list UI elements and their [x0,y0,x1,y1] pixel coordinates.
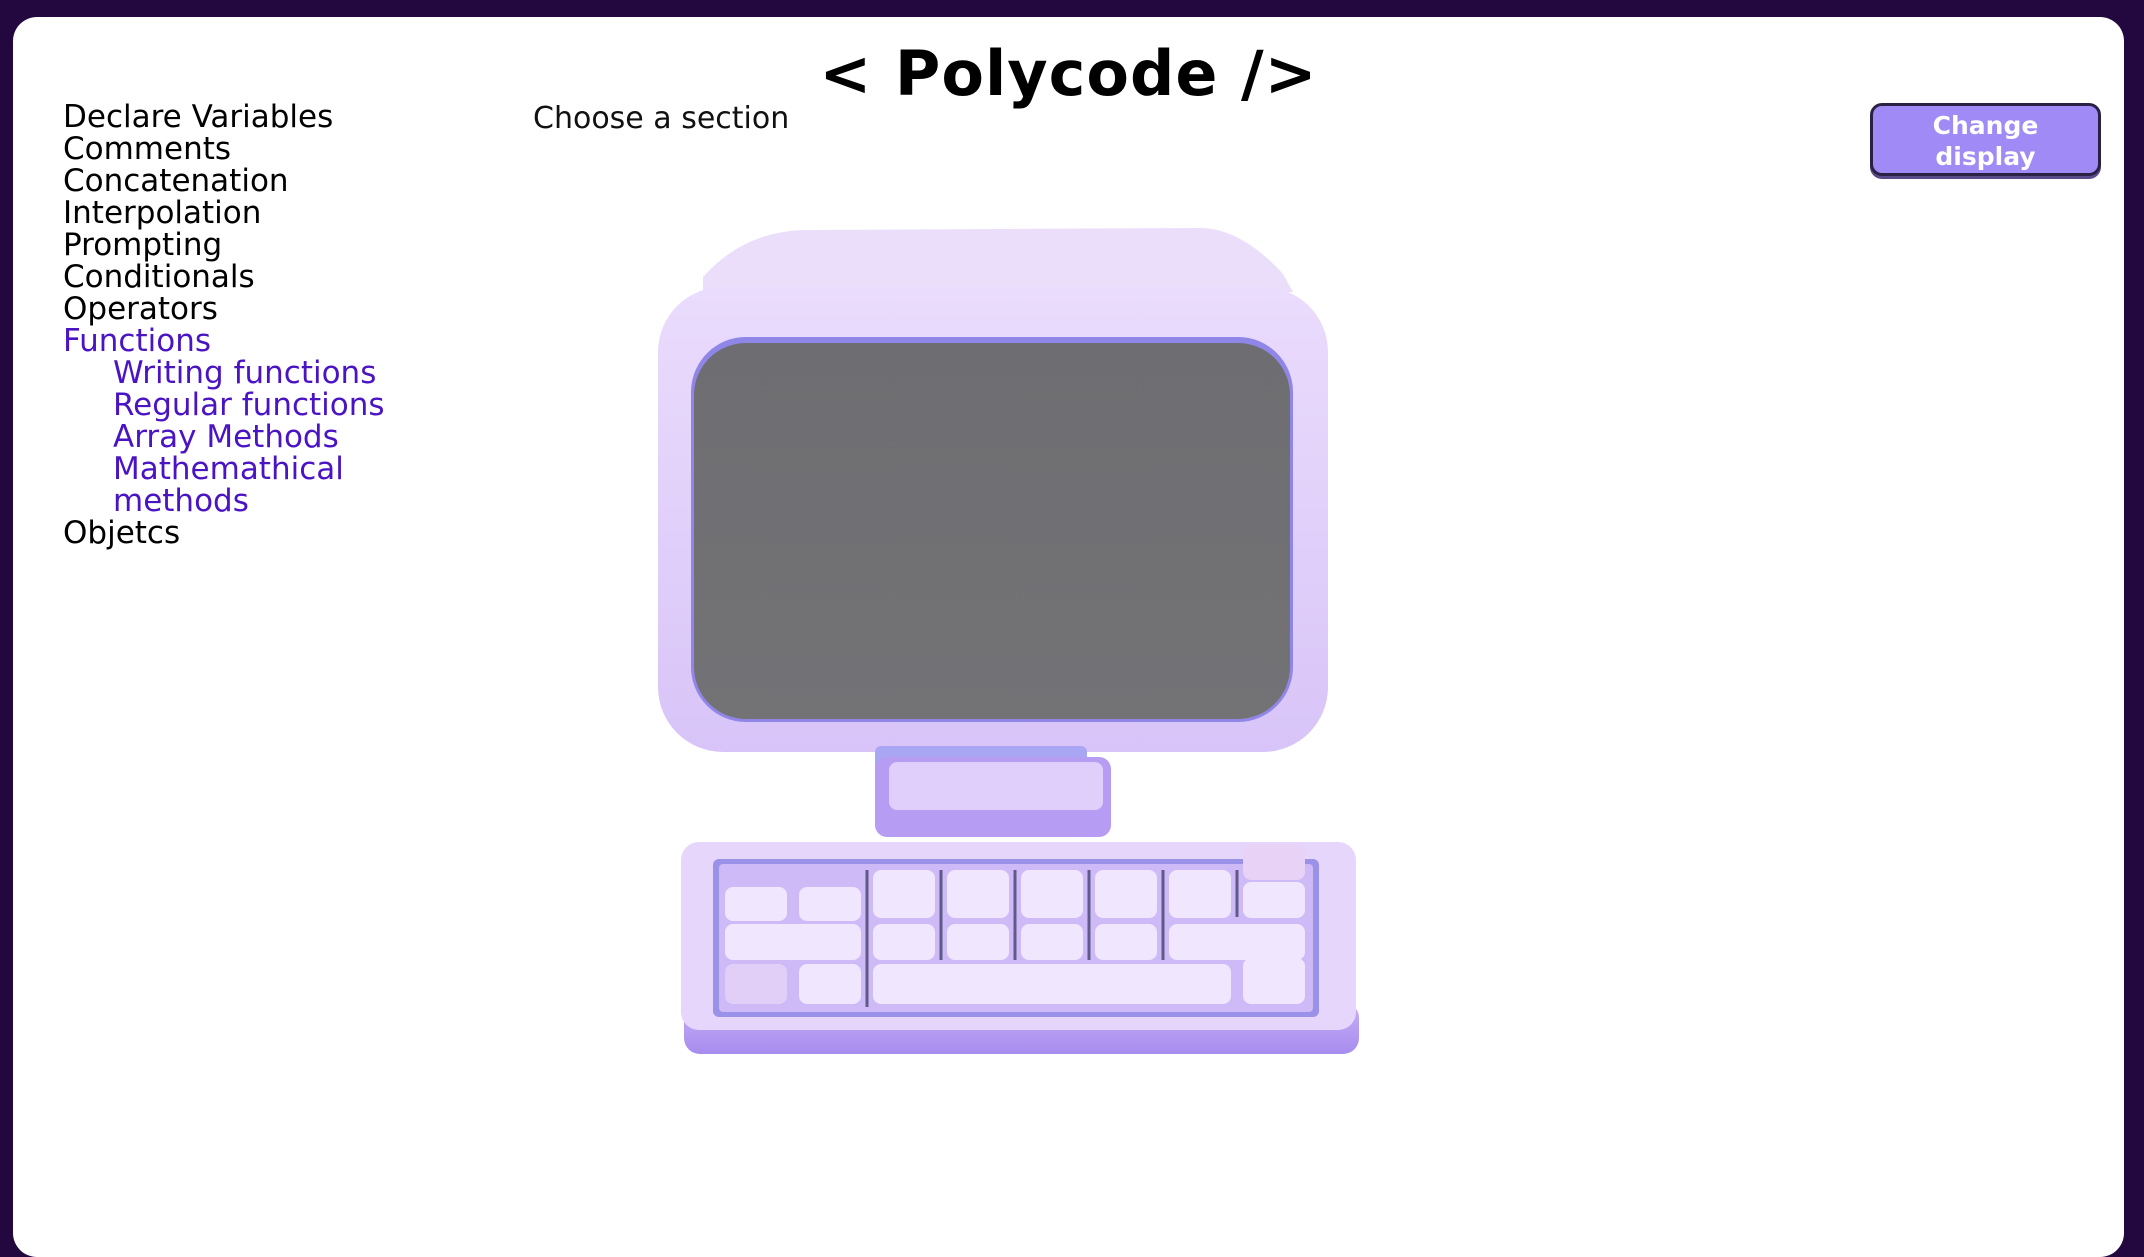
subnav-item-mathemathical-methods[interactable]: Mathemathical methods [113,453,403,517]
subnav-item-array-methods[interactable]: Array Methods [113,421,403,453]
accent-key [1243,844,1305,880]
monitor-screen [694,343,1290,719]
sidebar-item-functions[interactable]: Functions [63,325,463,357]
change-display-button[interactable]: Change display [1870,103,2101,176]
sidebar-item-concatenation[interactable]: Concatenation [63,165,463,197]
sidebar-item-declare-variables[interactable]: Declare Variables [63,101,463,133]
sidebar-item-prompting[interactable]: Prompting [63,229,463,261]
monitor-top [703,228,1293,297]
sidebar-item-conditionals[interactable]: Conditionals [63,261,463,293]
sidebar-item-objetcs[interactable]: Objetcs [63,517,463,549]
stand-front [889,762,1103,810]
subnav-item-regular-functions[interactable]: Regular functions [113,389,403,421]
functions-subnav: Writing functions Regular functions Arra… [63,357,463,517]
sidebar-item-interpolation[interactable]: Interpolation [63,197,463,229]
computer-illustration [658,228,1359,1054]
sidebar-item-comments[interactable]: Comments [63,133,463,165]
sidebar-item-operators[interactable]: Operators [63,293,463,325]
sidebar-nav: Declare Variables Comments Concatenation… [63,101,463,549]
app-card: < Polycode /> Declare Variables Comments… [13,17,2124,1257]
section-prompt: Choose a section [533,101,790,136]
subnav-item-writing-functions[interactable]: Writing functions [113,357,403,389]
